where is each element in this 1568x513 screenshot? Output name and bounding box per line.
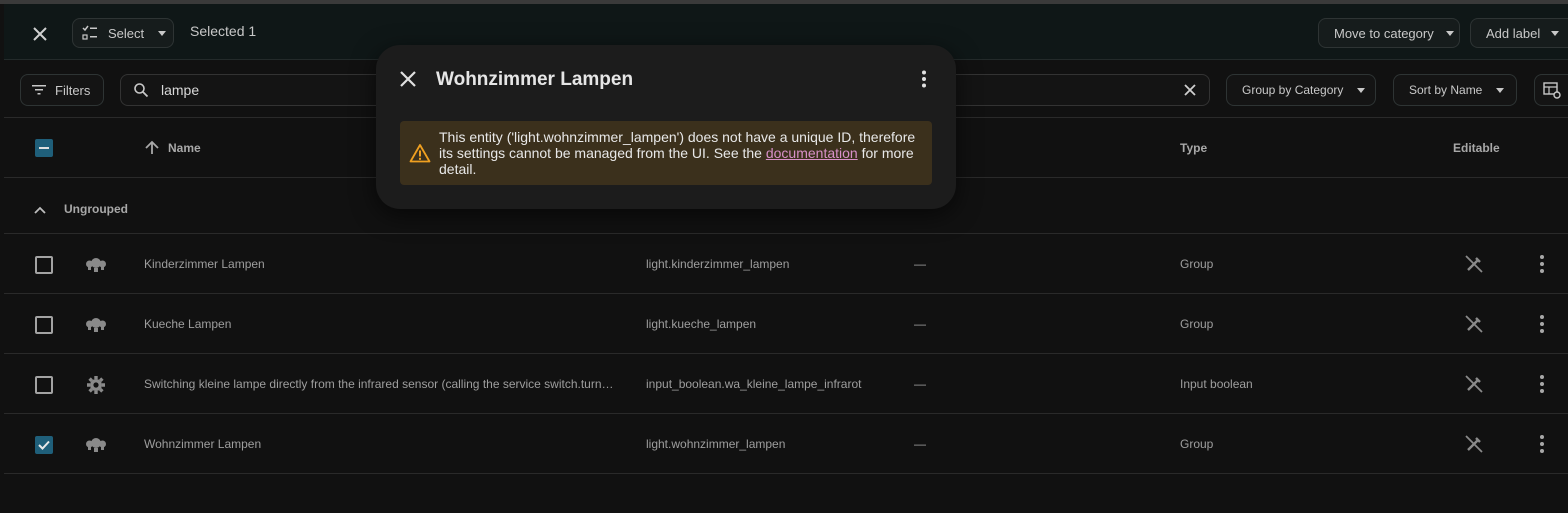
entity-settings-dialog: Wohnzimmer Lampen This entity ('light.wo… — [376, 45, 956, 209]
dialog-layer: Wohnzimmer Lampen This entity ('light.wo… — [0, 0, 1568, 513]
dialog-title: Wohnzimmer Lampen — [436, 69, 634, 90]
close-icon[interactable] — [399, 70, 417, 88]
more-vertical-icon[interactable] — [921, 70, 927, 88]
documentation-link[interactable]: documentation — [766, 145, 858, 161]
warning-message: This entity ('light.wohnzimmer_lampen') … — [439, 129, 919, 177]
unique-id-warning-alert: This entity ('light.wohnzimmer_lampen') … — [400, 121, 932, 185]
warning-icon — [409, 144, 431, 163]
